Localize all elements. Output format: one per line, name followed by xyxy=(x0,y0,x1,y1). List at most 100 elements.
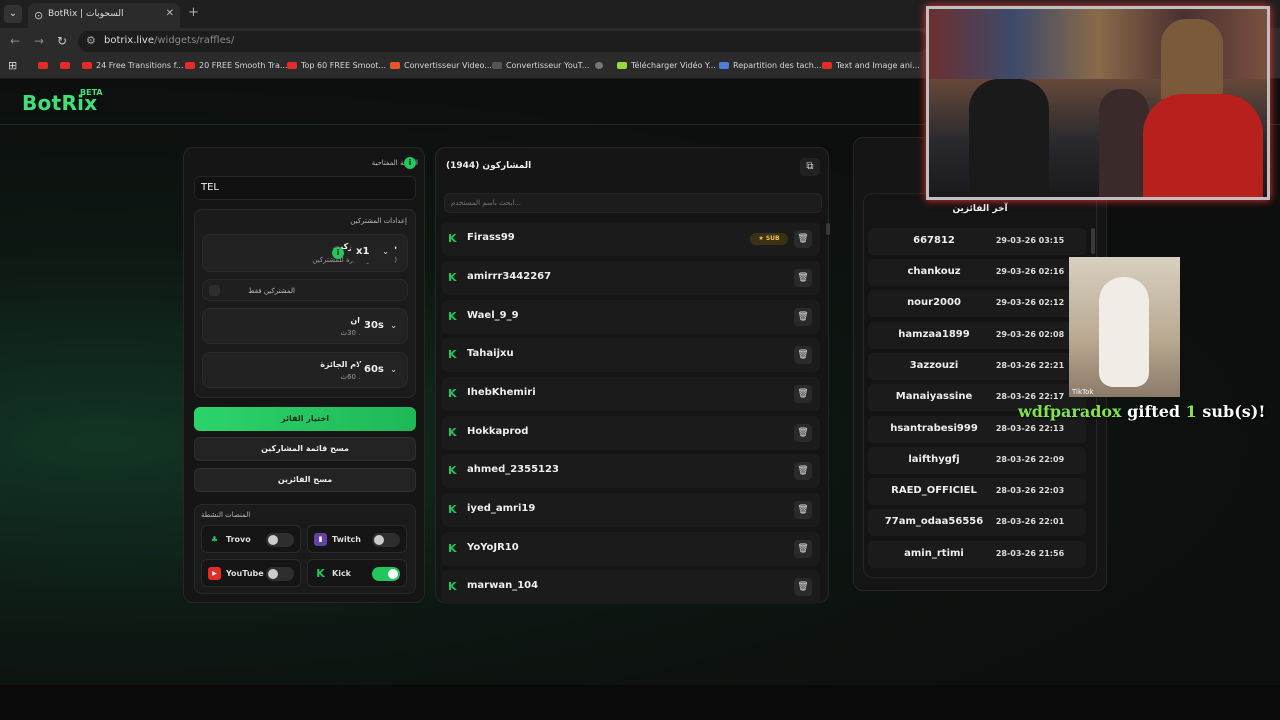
address-bar[interactable]: ⚙ botrix.live/widgets/raffles/ xyxy=(78,31,928,52)
reload-icon[interactable]: ↻ xyxy=(57,34,67,48)
participant-row[interactable]: Kmarwan_104 🗑 xyxy=(442,570,820,604)
participant-row[interactable]: K Wael_9_9 🗑 xyxy=(442,300,820,334)
winners-scrollbar[interactable] xyxy=(1091,228,1095,254)
participant-row[interactable]: K Firass99 ★ SUB 🗑 xyxy=(442,222,820,256)
browser-tab[interactable]: ⊙ BotRix | السحوبات ✕ xyxy=(28,3,180,28)
delete-icon[interactable]: 🗑 xyxy=(794,462,812,480)
delete-icon[interactable]: 🗑 xyxy=(794,501,812,519)
bookmark-item[interactable]: Convertisseur Video... xyxy=(390,61,492,70)
bookmark-item[interactable]: Text and Image ani... xyxy=(822,61,920,70)
clear-participants-button[interactable]: مسح قائمة المشاركين xyxy=(194,437,416,461)
participants-settings-label: إعدادات المشتركين xyxy=(350,217,407,225)
participant-row[interactable]: K YoYoJR10 🗑 xyxy=(442,532,820,566)
active-platforms-group: المنصات النشطة ♣ Trovo ▮ Twitch ▶ YouTub… xyxy=(194,504,416,594)
platforms-label: المنصات النشطة xyxy=(201,511,251,519)
participant-row[interactable]: Kamirrr3442267 🗑 xyxy=(442,261,820,295)
kick-icon: K xyxy=(448,348,457,361)
spin-duration-select[interactable]: 30s ⌄ xyxy=(359,317,403,337)
winner-row: RAED_OFFICIEL 28-03-26 22:03 xyxy=(868,478,1086,505)
bookmark-item[interactable] xyxy=(595,61,607,70)
info-icon[interactable]: i xyxy=(332,247,344,259)
url-text: botrix.live/widgets/raffles/ xyxy=(104,35,235,46)
kick-icon: K xyxy=(448,503,457,516)
twitch-toggle[interactable] xyxy=(372,533,400,547)
webcam-person xyxy=(1099,89,1149,197)
webcam-person xyxy=(1143,94,1263,197)
winner-row: chankouz 29-03-26 02:16 xyxy=(868,259,1086,286)
chevron-down-icon: ⌄ xyxy=(390,365,397,374)
close-tab-icon[interactable]: ✕ xyxy=(166,8,174,19)
participant-row[interactable]: Kahmed_2355123 🗑 xyxy=(442,454,820,488)
winner-row: 667812 29-03-26 03:15 xyxy=(868,228,1086,255)
chevron-down-icon: ⌄ xyxy=(382,247,389,256)
kick-icon: K xyxy=(448,426,457,439)
kick-icon: K xyxy=(448,580,457,593)
copy-icon[interactable]: ⧉ xyxy=(800,158,820,176)
delete-icon[interactable]: 🗑 xyxy=(794,346,812,364)
youtube-bookmark-icon[interactable] xyxy=(38,61,52,70)
forward-icon[interactable]: → xyxy=(34,34,44,48)
tiktok-watermark: TikTok xyxy=(1072,388,1094,396)
webcam-overlay xyxy=(926,6,1270,200)
platform-twitch: ▮ Twitch xyxy=(307,525,407,553)
delete-icon[interactable]: 🗑 xyxy=(794,578,812,596)
kick-icon: K xyxy=(316,567,325,580)
delete-icon[interactable]: 🗑 xyxy=(794,540,812,558)
youtube-bookmark-icon[interactable] xyxy=(60,61,74,70)
participant-row[interactable]: K Hokkaprod 🗑 xyxy=(442,416,820,450)
participant-search-input[interactable]: ابحث باسم المستخدم... xyxy=(444,193,822,213)
tiktok-video-overlay: TikTok xyxy=(1069,257,1180,397)
spin-duration-row: مدة الدوران المدة الحالية: 30ث 30s⌄ xyxy=(202,308,408,344)
platform-youtube: ▶ YouTube xyxy=(201,559,301,587)
bookmark-item[interactable]: Convertisseur YouT... xyxy=(492,61,589,70)
claim-duration-select[interactable]: 60s ⌄ xyxy=(359,361,403,381)
bookmark-item[interactable]: Repartition des tach... xyxy=(719,61,821,70)
sub-gift-alert: wdfparadox gifted 1 sub(s)! xyxy=(1018,402,1266,421)
kick-toggle[interactable] xyxy=(372,567,400,581)
participant-row[interactable]: K Tahaijxu 🗑 xyxy=(442,338,820,372)
kick-icon: K xyxy=(448,232,457,245)
clear-winners-button[interactable]: مسح الفائزين xyxy=(194,468,416,492)
twitch-icon: ▮ xyxy=(314,533,327,546)
subs-only-row: المشتركين فقط xyxy=(202,279,408,301)
site-info-icon[interactable]: ⚙ xyxy=(86,34,96,47)
sub-badge: ★ SUB xyxy=(750,233,788,245)
platform-kick: K Kick xyxy=(307,559,407,587)
delete-icon[interactable]: 🗑 xyxy=(794,385,812,403)
participant-row[interactable]: K IhebKhemiri 🗑 xyxy=(442,377,820,411)
pick-winner-button[interactable]: اختيار الفائز xyxy=(194,407,416,431)
participants-settings-group: إعدادات المشتركين ميزة للمشتركين بدون مي… xyxy=(194,209,416,398)
youtube-toggle[interactable] xyxy=(266,567,294,581)
delete-icon[interactable]: 🗑 xyxy=(794,269,812,287)
tab-search-button[interactable]: ⌄ xyxy=(4,5,22,23)
trovo-icon: ♣ xyxy=(210,535,219,544)
subs-only-checkbox[interactable] xyxy=(209,285,220,296)
winner-row: 77am_odaa56556 28-03-26 22:01 xyxy=(868,509,1086,536)
botrix-favicon-icon: ⊙ xyxy=(34,9,44,22)
sub-bonus-select[interactable]: x1 ⌄ xyxy=(351,243,395,263)
bookmark-item[interactable]: 20 FREE Smooth Tra... xyxy=(185,61,287,70)
raffle-settings-card: الكلمة المفتاحية i TEL إعدادات المشتركين… xyxy=(183,147,425,603)
bottom-bar xyxy=(0,685,1280,720)
dancing-bear-image xyxy=(1099,277,1149,387)
participant-row[interactable]: Kiyed_amri19 🗑 xyxy=(442,493,820,527)
back-icon[interactable]: ← xyxy=(10,34,20,48)
webcam-person xyxy=(1161,19,1223,99)
trovo-toggle[interactable] xyxy=(266,533,294,547)
info-icon[interactable]: i xyxy=(404,157,416,169)
new-tab-icon[interactable]: + xyxy=(188,5,199,20)
participants-title: المشاركون (1944) xyxy=(446,161,532,171)
bookmark-item[interactable]: Télécharger Vidéo Y... xyxy=(617,61,716,70)
keyword-input[interactable]: TEL xyxy=(194,176,416,200)
webcam-person xyxy=(969,79,1049,197)
apps-grid-icon[interactable]: ⊞ xyxy=(8,59,17,72)
bookmark-item[interactable]: Top 60 FREE Smoot... xyxy=(287,61,386,70)
recent-winners-title: آخر الفائزين xyxy=(952,204,1008,214)
delete-icon[interactable]: 🗑 xyxy=(794,230,812,248)
participants-scrollbar[interactable] xyxy=(826,223,830,235)
delete-icon[interactable]: 🗑 xyxy=(794,424,812,442)
youtube-icon: ▶ xyxy=(208,567,221,580)
winner-row: laifthygfj 28-03-26 22:09 xyxy=(868,447,1086,474)
delete-icon[interactable]: 🗑 xyxy=(794,308,812,326)
bookmark-item[interactable]: 24 Free Transitions f... xyxy=(82,61,184,70)
